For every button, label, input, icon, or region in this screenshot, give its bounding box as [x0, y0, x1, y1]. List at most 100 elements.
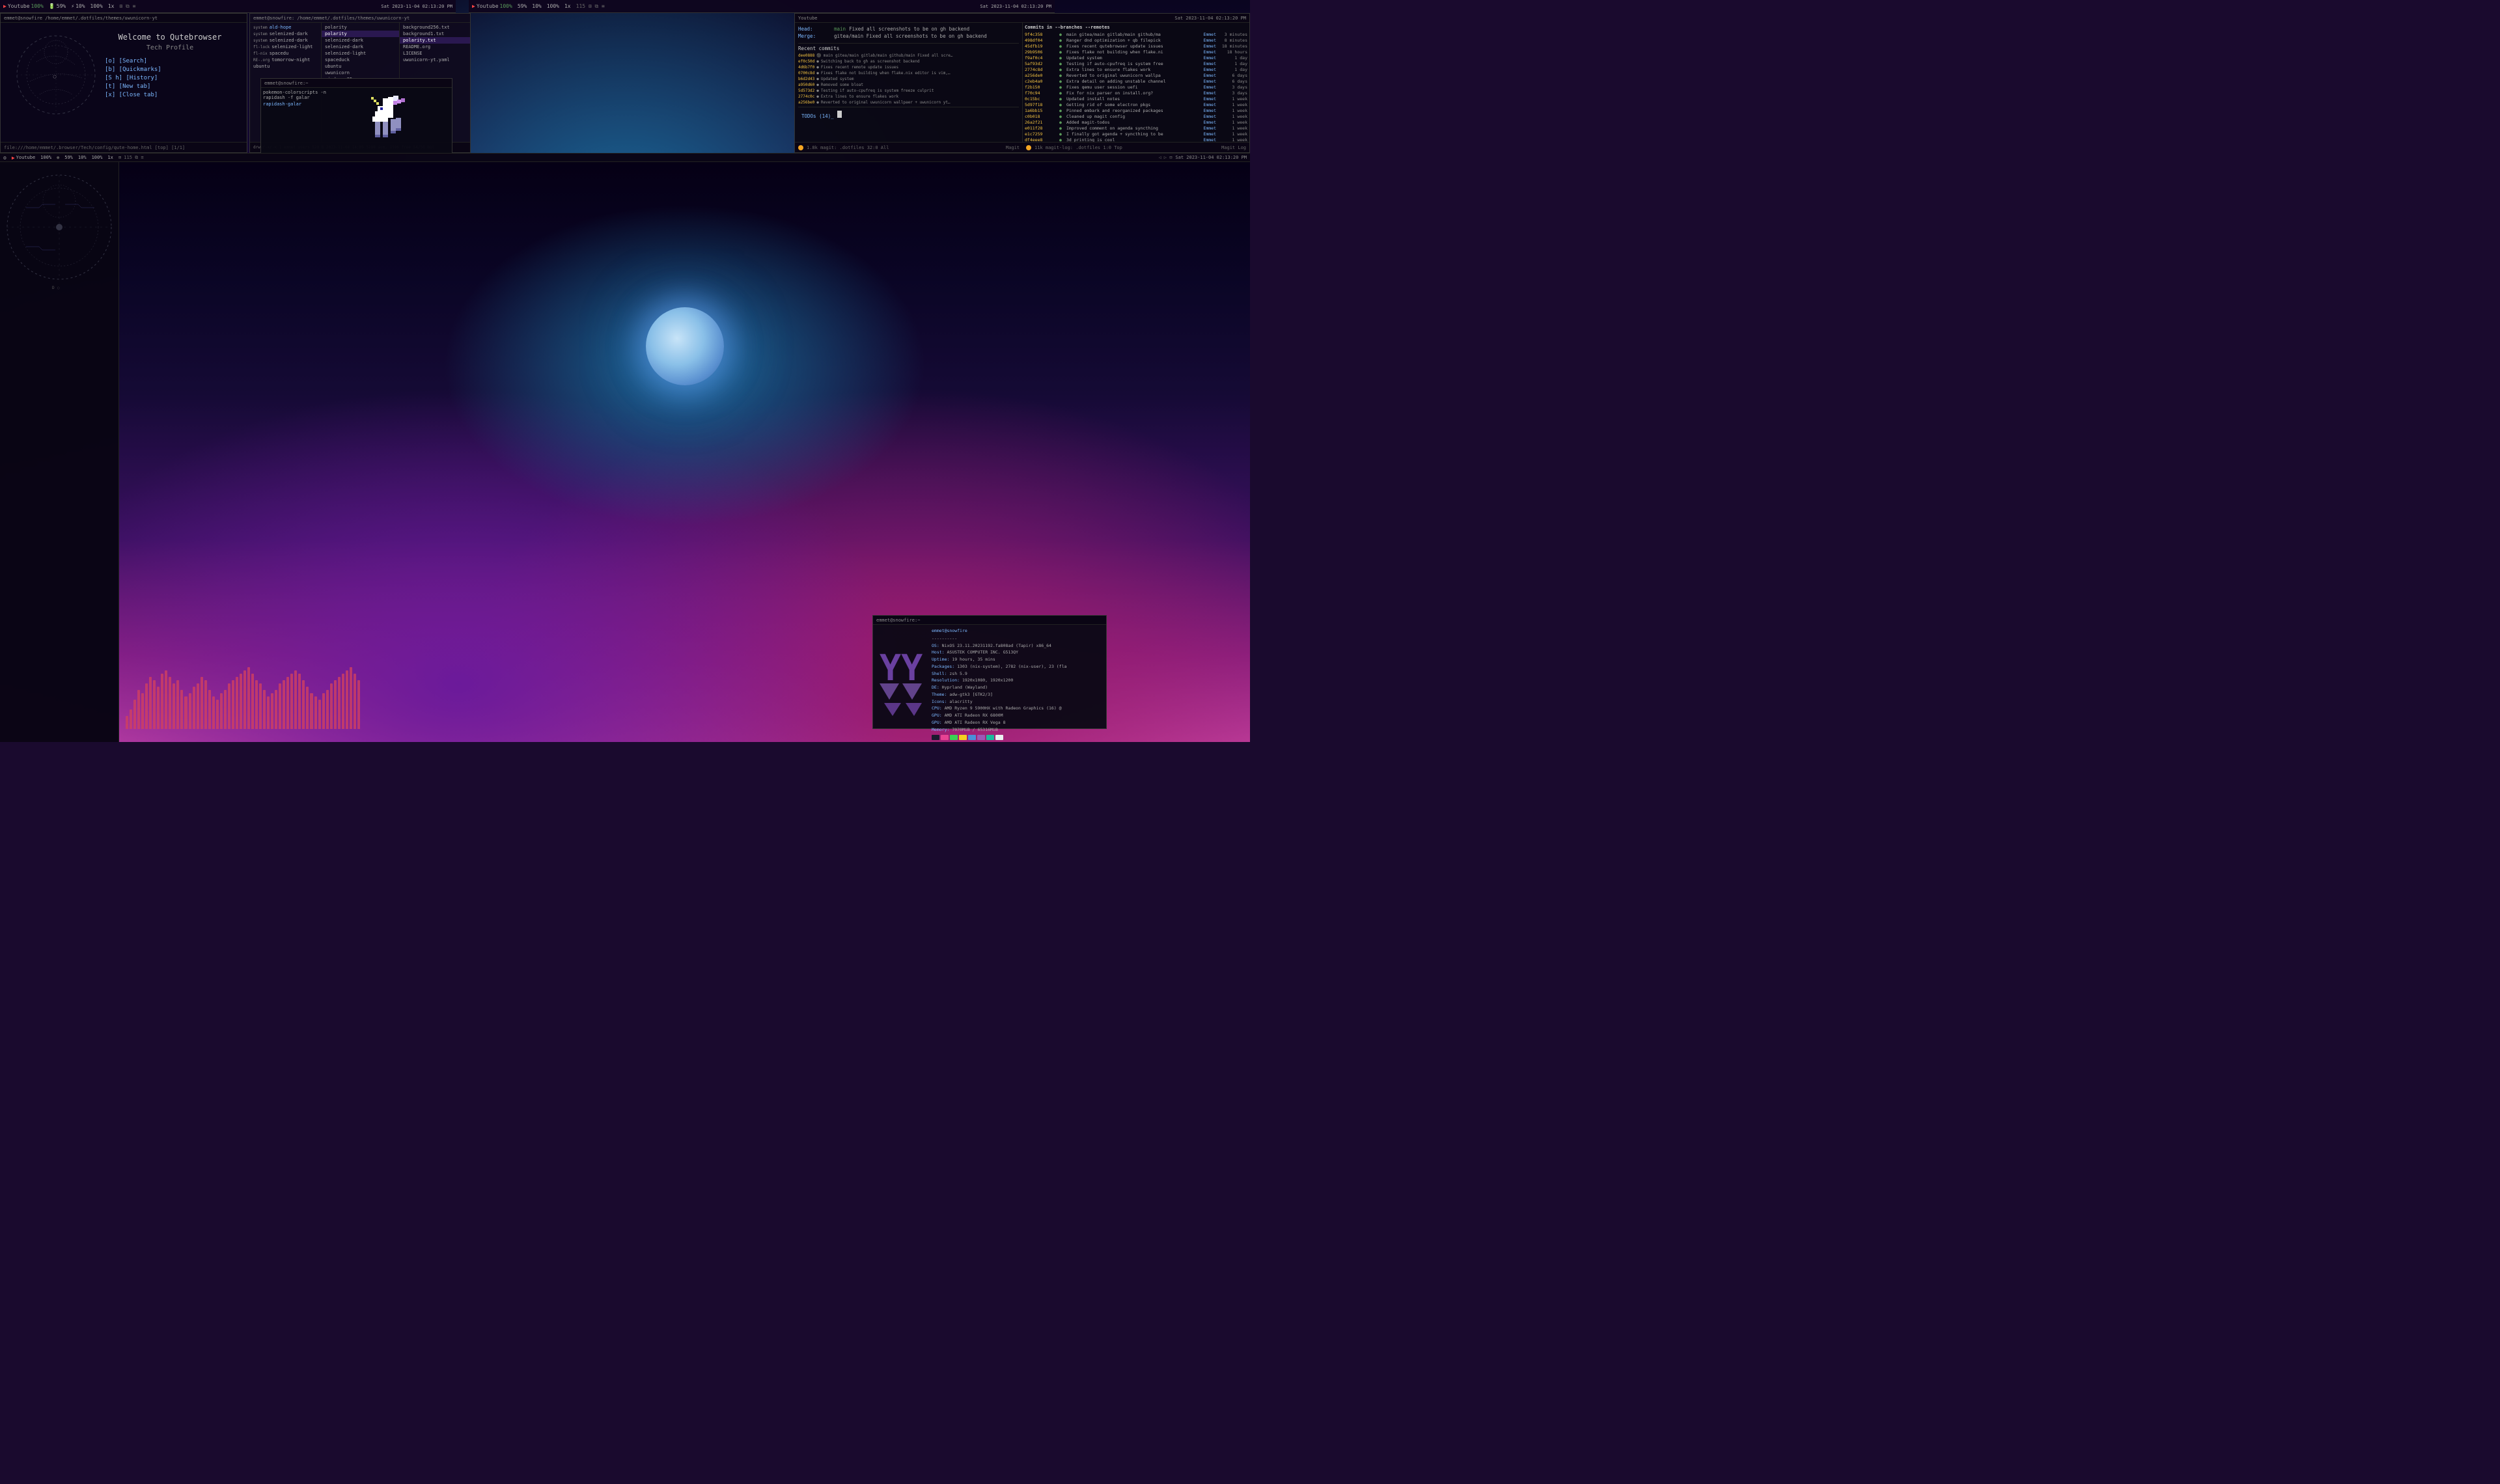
- neofetch-topbar-user: emmet@snowfire:~: [876, 618, 920, 623]
- git-status-dot-right: [1026, 145, 1031, 150]
- bottom-taskbar-left: ⚙ ▶ Youtube 100% ● 59% 10% 100% 1x ⊞ 115…: [3, 155, 1158, 161]
- dir-system: system ald-hope: [250, 24, 321, 31]
- pokemon-sprite-area: [333, 88, 452, 154]
- recent-commits-list: dee0888 ⚫ main gitea/main gitlab/main gi…: [798, 53, 1019, 105]
- neofetch-logo: YY: [876, 628, 928, 725]
- sound-bar-47: [310, 693, 312, 729]
- swatch-7: [995, 735, 1003, 740]
- git-log-label: Magit Log: [1221, 145, 1246, 150]
- qute-topbar-path: emmet@snowfire /home/emmet/.dotfiles/the…: [4, 16, 158, 21]
- taskbar-left-items: ▶ Youtube 100% 🔋 59% ⚡ 10% 100% 1x ⊞ ⧉ ≡: [3, 3, 381, 10]
- sound-bar-45: [302, 680, 305, 729]
- git-status-log-label: Magit Log: [1221, 145, 1246, 150]
- rc-item-6: 5d573d2 ● Testing if auto-cpufreq is sys…: [798, 89, 1019, 93]
- rc-item-2: 4d6b7f0 ● Fixes recent remote update iss…: [798, 65, 1019, 70]
- commit-row-2: 45dfb19 ● Fixes recent qutebrowser updat…: [1025, 44, 1247, 49]
- sound-bar-13: [176, 680, 179, 729]
- yt-percent-right: 100%: [500, 3, 512, 9]
- pokemon-sprite-svg: [357, 92, 428, 150]
- bat-icon: 🔋: [49, 3, 55, 9]
- pokemon-topbar-user: emmet@snowfire:~: [264, 81, 308, 86]
- swatch-0: [932, 735, 939, 740]
- file-uwuyaml: uwunicorn-yt.yaml: [400, 57, 470, 63]
- qute-search: [o] [Search]: [105, 58, 235, 64]
- taskbar-datetime-top-right: Sat 2023-11-04 02:13:20 PM: [980, 4, 1051, 9]
- todos-text: TODOs (14)_: [801, 113, 834, 119]
- neofetch-gpu2: GPU: AMD ATI Radeon RX Vega 8: [932, 720, 1103, 726]
- rc-item-8: a256be0 ● Reverted to original uwunicorn…: [798, 100, 1019, 105]
- taskbar-cpu: ⚡ 10%: [71, 3, 85, 9]
- taskbar-mem-right: 100%: [547, 3, 559, 9]
- svg-text:◌: ◌: [53, 74, 57, 79]
- commit-row-7: a256de0 ● Reverted to original uwunicorn…: [1025, 73, 1247, 78]
- dir-nix: fl-nix spacedu: [250, 50, 321, 57]
- sound-bar-18: [197, 683, 199, 729]
- taskbar-mem: 100%: [90, 3, 103, 9]
- sound-bar-15: [184, 696, 187, 729]
- moon-art: ◌: [10, 29, 102, 120]
- taskbar-icons: ⊞ ⧉ ≡: [119, 3, 135, 10]
- sound-bar-52: [330, 683, 333, 729]
- bottom-wallpaper-section: emmet@snowfire:~ YY: [119, 162, 1250, 742]
- sound-bar-46: [306, 687, 309, 729]
- pokemon-topbar: emmet@snowfire:~: [261, 79, 452, 88]
- btaskbar-datetime: Sat 2023-11-04 02:13:20 PM: [1175, 155, 1247, 160]
- dir-system3: system selenized-dark: [250, 37, 321, 44]
- theme-selenized2: selenized-dark: [322, 37, 399, 44]
- sound-bar-6: [149, 677, 152, 729]
- yt-label-right: Youtube: [477, 3, 499, 9]
- git-left-panel: Head: main Fixed all screenshots to be o…: [795, 23, 1023, 142]
- sound-bar-34: [259, 683, 262, 729]
- sound-bar-24: [220, 693, 223, 729]
- taskbar-right-left-items: ▶ Youtube 100% 59% 10% 100% 1x 115 ⊞ ⧉ ≡: [472, 3, 980, 10]
- pokemon-content: pokemon-colorscripts -n rapidash -f gala…: [261, 88, 452, 154]
- neofetch-shell: Shell: zsh 5.9: [932, 671, 1103, 678]
- recent-commits-header: Recent commits: [798, 46, 1019, 51]
- file-topbar-path: emmet@snowfire: /home/emmet/.dotfiles/th…: [253, 16, 410, 21]
- sound-bar-10: [165, 670, 167, 729]
- qute-statusbar-text: file:///home/emmet/.browser/Tech/config/…: [4, 145, 185, 150]
- commit-row-8: c2eb4a0 ● Extra detail on adding unstabl…: [1025, 79, 1247, 84]
- sound-bar-22: [212, 696, 215, 729]
- cpu-val: 10%: [76, 3, 85, 9]
- sound-bar-33: [255, 680, 258, 729]
- git-right-panel: Commits in --branches --remotes 9f4c358 …: [1023, 23, 1249, 142]
- qute-menu: [o] [Search] [b] [Quickmarks] [S h] [His…: [105, 58, 235, 98]
- sound-bar-54: [338, 677, 340, 729]
- bottom-taskbar-right: ◁ ▷ ⊟ Sat 2023-11-04 02:13:20 PM: [1158, 155, 1247, 160]
- sound-bar-31: [247, 667, 250, 729]
- sound-bar-16: [189, 693, 191, 729]
- commit-row-13: 1a6bb15 ● Pinned embark and reorganized …: [1025, 108, 1247, 113]
- sound-bar-43: [294, 670, 297, 729]
- sound-bar-44: [298, 674, 301, 729]
- taskbar-datetime-top-left: Sat 2023-11-04 02:13:20 PM: [381, 4, 452, 9]
- sound-bar-19: [201, 677, 203, 729]
- pokemon-terminal: emmet@snowfire:~ pokemon-colorscripts -n…: [260, 78, 452, 155]
- sound-bar-39: [279, 683, 281, 729]
- qute-welcome-area: Welcome to Qutebrowser Tech Profile [o] …: [105, 33, 235, 100]
- taskbar-speed: 1x: [108, 3, 115, 9]
- neofetch-content: YY emmet@snowfire ---------- OS: NixOS: [873, 625, 1106, 728]
- file-topbar: emmet@snowfire: /home/emmet/.dotfiles/th…: [250, 14, 470, 23]
- sound-bar-59: [357, 680, 360, 729]
- sound-bar-41: [286, 677, 289, 729]
- top-taskbar: ▶ Youtube 100% 🔋 59% ⚡ 10% 100% 1x ⊞ ⧉ ≡…: [0, 0, 456, 13]
- left-panel: D ◌: [0, 162, 119, 742]
- git-merge-val: gitea/main Fixed all screenshots to be o…: [834, 33, 987, 39]
- git-statusbar: 1.8k magit: .dotfiles 32:0 All Magit: [795, 142, 1023, 152]
- sound-bar-17: [193, 687, 195, 729]
- commit-row-11: 0c15bc ● Updated install notes Emmet 1 w…: [1025, 96, 1247, 102]
- neofetch-os: OS: NixOS 23.11.20231192.fa808ad (Tapir)…: [932, 643, 1103, 650]
- rc-item-7: 2774c0c ● Extra lines to ensure flakes w…: [798, 94, 1019, 99]
- git-statusbar-right-panel: 11k magit-log: .dotfiles 1:0 Top Magit L…: [1023, 142, 1249, 152]
- swatch-6: [986, 735, 994, 740]
- dir-flock: fl-lock selenized-light: [250, 44, 321, 50]
- git-head-val: main: [834, 26, 846, 32]
- taskbar-sp-right: 1x: [564, 3, 571, 9]
- swatch-1: [941, 735, 949, 740]
- commit-row-18: df4eee8 ● 3d printing is cool Emmet 1 we…: [1025, 137, 1247, 142]
- qutebrowser-window: emmet@snowfire /home/emmet/.dotfiles/the…: [0, 13, 247, 153]
- mem-val: 100%: [90, 3, 103, 9]
- rc-item-0: dee0888 ⚫ main gitea/main gitlab/main gi…: [798, 53, 1019, 58]
- speed-val: 1x: [108, 3, 115, 9]
